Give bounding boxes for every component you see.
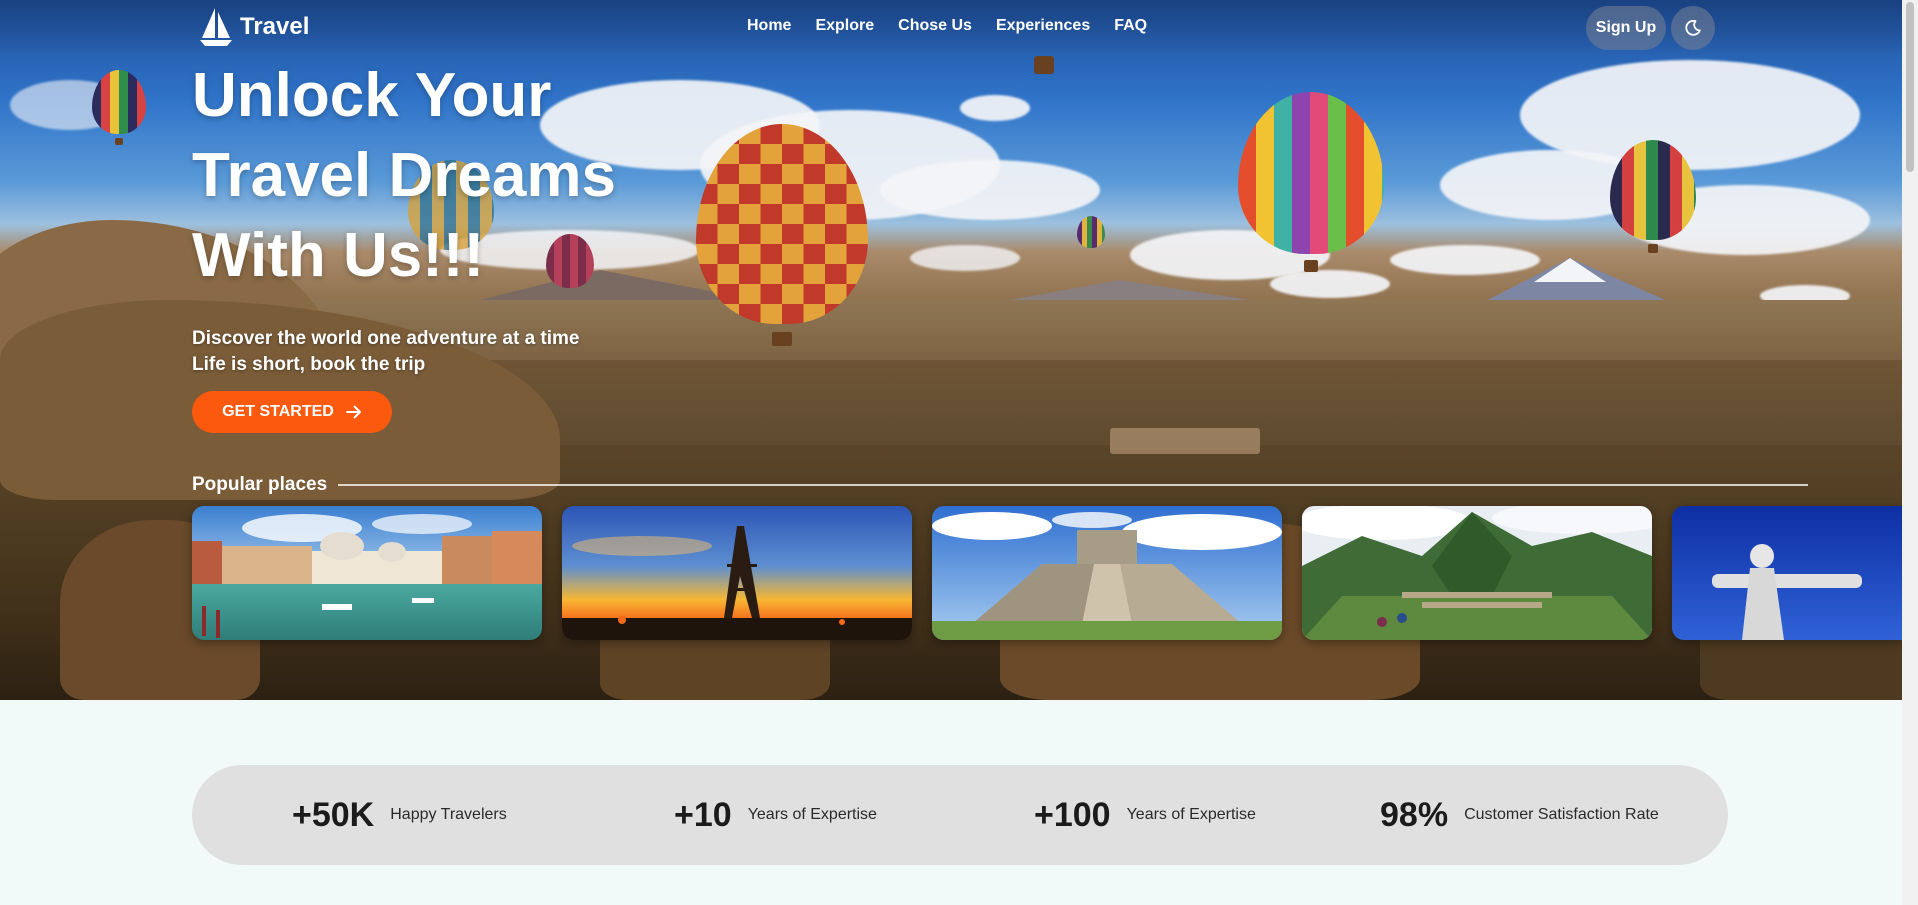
- stat-item: +50K Happy Travelers: [292, 765, 507, 865]
- theme-toggle-button[interactable]: [1671, 6, 1715, 50]
- balloon: [1610, 140, 1696, 253]
- popular-places-heading: Popular places: [192, 474, 328, 495]
- place-card-christ-the-redeemer[interactable]: [1672, 506, 1902, 640]
- nav-link-explore[interactable]: Explore: [815, 17, 874, 35]
- stat-label: Years of Expertise: [747, 806, 877, 823]
- place-card-machu-picchu[interactable]: [1302, 506, 1652, 640]
- hero-title-line: Travel Dreams: [192, 141, 616, 210]
- eiffel-tower-sunset-image: [562, 506, 912, 640]
- hero-subtitle: Discover the world one adventure at a ti…: [192, 326, 580, 378]
- nav-link-home[interactable]: Home: [747, 17, 791, 35]
- chichen-itza-pyramid-image: [932, 506, 1282, 640]
- get-started-button[interactable]: GET STARTED: [192, 391, 392, 433]
- place-card-venice[interactable]: [192, 506, 542, 640]
- sign-up-button[interactable]: Sign Up: [1586, 6, 1666, 50]
- balloon: [92, 70, 146, 145]
- stat-item: +100 Years of Expertise: [1034, 765, 1256, 865]
- place-card-chichen-itza[interactable]: [932, 506, 1282, 640]
- balloon: [1238, 92, 1384, 272]
- balloon: [1077, 216, 1105, 248]
- nav-link-experiences[interactable]: Experiences: [996, 17, 1090, 35]
- page-scrollbar[interactable]: [1902, 0, 1918, 905]
- hero-subtitle-line: Life is short, book the trip: [192, 354, 426, 375]
- stat-label: Years of Expertise: [1126, 806, 1256, 823]
- stat-item: 98% Customer Satisfaction Rate: [1380, 765, 1659, 865]
- stat-value: +100: [1034, 795, 1111, 834]
- nav-link-chose-us[interactable]: Chose Us: [898, 17, 972, 35]
- navbar: Travel Home Explore Chose Us Experiences…: [0, 0, 1902, 56]
- stat-value: 98%: [1380, 795, 1449, 834]
- scrollbar-thumb[interactable]: [1906, 2, 1914, 172]
- hero-title-line: With Us!!!: [192, 221, 485, 290]
- stat-label: Customer Satisfaction Rate: [1464, 806, 1659, 823]
- stat-value: +10: [674, 795, 732, 834]
- nav-link-faq[interactable]: FAQ: [1114, 17, 1147, 35]
- sailboat-icon: [200, 8, 232, 46]
- place-card-eiffel-tower[interactable]: [562, 506, 912, 640]
- balloon-basket: [1034, 56, 1054, 74]
- balloon: [696, 124, 868, 346]
- arrow-right-icon: [345, 405, 361, 419]
- hero-subtitle-line: Discover the world one adventure at a ti…: [192, 328, 580, 349]
- get-started-label: GET STARTED: [222, 403, 334, 420]
- brand-logo-link[interactable]: Travel: [198, 6, 309, 48]
- hero-title-line: Unlock Your: [192, 61, 552, 130]
- christ-the-redeemer-image: [1672, 506, 1902, 640]
- stats-bar: +50K Happy Travelers +10 Years of Expert…: [192, 765, 1728, 865]
- venice-canal-image: [192, 506, 542, 640]
- moon-icon: [1685, 20, 1701, 36]
- brand-name: Travel: [240, 13, 310, 40]
- nav-links: Home Explore Chose Us Experiences FAQ: [747, 17, 1171, 35]
- machu-picchu-image: [1302, 506, 1652, 640]
- stat-value: +50K: [292, 795, 375, 834]
- stat-item: +10 Years of Expertise: [674, 765, 877, 865]
- popular-places-divider: [338, 484, 1808, 486]
- stat-label: Happy Travelers: [390, 806, 507, 823]
- hero-title: Unlock Your Travel Dreams With Us!!!: [192, 56, 712, 296]
